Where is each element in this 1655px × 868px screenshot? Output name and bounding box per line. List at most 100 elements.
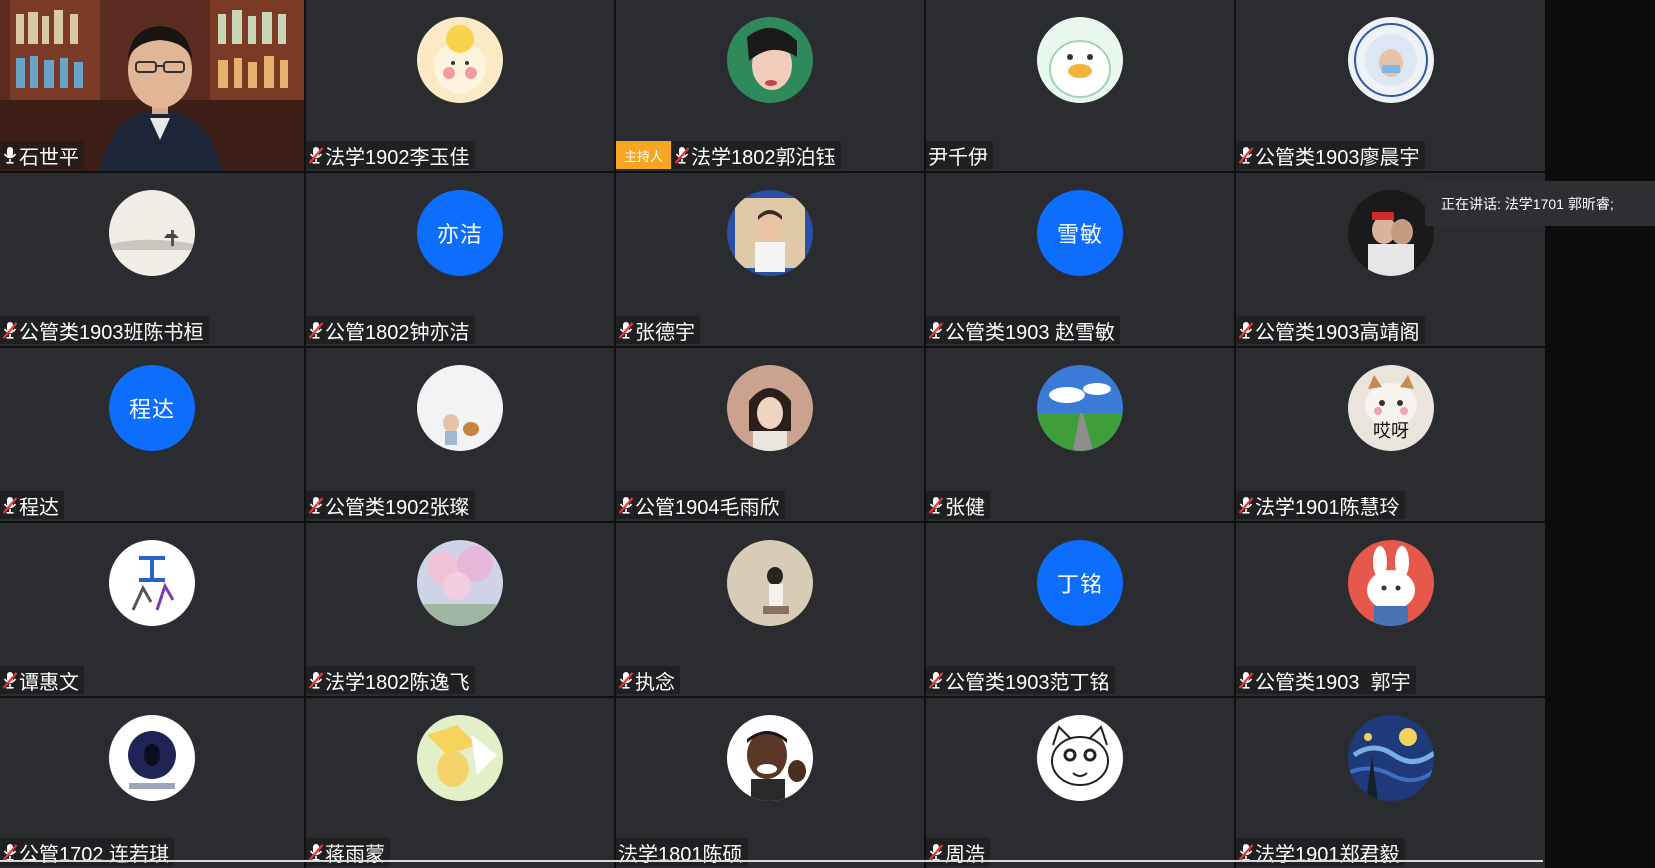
participant-tile[interactable]: 法学1902李玉佳: [306, 0, 614, 171]
name-label-bar: 公管类1903廖晨宇: [1236, 141, 1425, 169]
participant-name-tag: 法学1902李玉佳: [306, 141, 475, 169]
participant-name-tag: 石世平: [0, 141, 84, 169]
participant-name: 公管类1903 赵雪敏: [945, 321, 1116, 344]
host-badge: 主持人: [616, 141, 672, 169]
avatar-image: [1347, 190, 1434, 276]
mic-muted-icon: [1238, 495, 1255, 515]
avatar-image: [1037, 715, 1123, 801]
speaking-indicator: 正在讲话: 法学1701 郭昕睿;: [1425, 181, 1655, 226]
participant-tile[interactable]: 张德宇: [616, 173, 924, 346]
avatar-image: [109, 540, 195, 626]
name-label-bar: 法学1802陈逸飞: [306, 666, 475, 694]
mic-muted-icon: [928, 842, 945, 862]
participant-name-tag: 公管类1903 赵雪敏: [926, 316, 1121, 344]
participant-name-tag: 公管类1903高靖阁: [1236, 316, 1425, 344]
participant-tile[interactable]: 哎呀 法学1901陈慧玲: [1236, 348, 1545, 521]
mic-muted-icon: [1238, 842, 1255, 862]
mic-on-icon: [2, 145, 19, 165]
participant-tile[interactable]: 雪敏 公管类1903 赵雪敏: [926, 173, 1234, 346]
participant-name: 公管类1903范丁铭: [945, 671, 1110, 694]
participant-name: 周浩: [945, 843, 985, 866]
participant-tile[interactable]: 公管类1903廖晨宇: [1236, 0, 1545, 171]
bottom-divider: [0, 860, 1543, 862]
mic-muted-icon: [618, 320, 635, 340]
participant-tile[interactable]: 法学1802陈逸飞: [306, 523, 614, 696]
mic-muted-icon: [308, 495, 325, 515]
mic-muted-icon: [308, 842, 325, 862]
participant-tile[interactable]: 公管类1902张璨: [306, 348, 614, 521]
avatar-image: [109, 190, 195, 276]
avatar-image: [1347, 540, 1434, 626]
participant-name: 法学1901郑君毅: [1255, 843, 1400, 866]
mic-muted-icon: [2, 842, 19, 862]
participant-name: 蒋雨蒙: [325, 843, 385, 866]
name-label-bar: 公管类1902张璨: [306, 491, 475, 519]
participant-tile[interactable]: 尹千伊: [926, 0, 1234, 171]
mic-muted-icon: [2, 495, 19, 515]
name-label-bar: 主持人 法学1802郭泊钰: [616, 141, 841, 169]
participant-name: 公管类1902张璨: [325, 496, 470, 519]
name-label-bar: 执念: [616, 666, 680, 694]
participant-tile[interactable]: 程达 程达: [0, 348, 304, 521]
participant-tile[interactable]: 执念: [616, 523, 924, 696]
participant-name-tag: 公管类1903范丁铭: [926, 666, 1115, 694]
name-label-bar: 公管类1903高靖阁: [1236, 316, 1425, 344]
name-label-bar: 公管1802钟亦洁: [306, 316, 475, 344]
participant-name-tag: 谭惠文: [0, 666, 84, 694]
participant-name-tag: 公管类1902张璨: [306, 491, 475, 519]
avatar-image: [727, 17, 813, 103]
participant-name-tag: 程达: [0, 491, 64, 519]
participant-grid: 石世平 法学1902李玉佳 主持人 法学1802郭泊钰 尹千伊 公管类1903廖晨宇…: [0, 0, 1545, 868]
avatar-image: [417, 540, 503, 626]
participant-name: 程达: [19, 496, 59, 519]
mic-muted-icon: [928, 495, 945, 515]
participant-name: 执念: [635, 671, 675, 694]
mic-muted-icon: [1238, 670, 1255, 690]
name-label-bar: 石世平: [0, 141, 84, 169]
avatar-image: [1037, 365, 1123, 451]
avatar-image: [417, 715, 503, 801]
avatar-image: [1347, 17, 1434, 103]
participant-tile[interactable]: 公管类1903 郭宇: [1236, 523, 1545, 696]
name-label-bar: 张德宇: [616, 316, 700, 344]
self-video-tile[interactable]: 石世平: [0, 0, 304, 171]
avatar-image: [417, 17, 503, 103]
text-avatar: 雪敏: [1037, 190, 1123, 276]
participant-tile[interactable]: 蒋雨蒙: [306, 698, 614, 868]
avatar-image: [417, 365, 503, 451]
participant-tile[interactable]: 公管1904毛雨欣: [616, 348, 924, 521]
participant-tile[interactable]: 亦洁 公管1802钟亦洁: [306, 173, 614, 346]
avatar-image: [727, 190, 813, 276]
mic-muted-icon: [618, 670, 635, 690]
avatar-image: [109, 715, 195, 801]
participant-tile[interactable]: 丁铭 公管类1903范丁铭: [926, 523, 1234, 696]
mic-muted-icon: [2, 670, 19, 690]
participant-name-tag: 公管类1903班陈书桓: [0, 316, 209, 344]
participant-name-tag: 法学1802郭泊钰: [672, 141, 841, 169]
name-label-bar: 程达: [0, 491, 64, 519]
avatar-image: [1347, 715, 1434, 801]
participant-tile[interactable]: 法学1801陈硕: [616, 698, 924, 868]
avatar-caption: 哎呀: [1373, 421, 1409, 442]
name-label-bar: 法学1902李玉佳: [306, 141, 475, 169]
participant-name-tag: 公管类1903 郭宇: [1236, 666, 1416, 694]
participant-tile[interactable]: 周浩: [926, 698, 1234, 868]
participant-tile[interactable]: 公管1702 连若琪: [0, 698, 304, 868]
mic-muted-icon: [308, 320, 325, 340]
participant-name: 张德宇: [635, 321, 695, 344]
participant-name-tag: 张德宇: [616, 316, 700, 344]
name-label-bar: 尹千伊: [926, 141, 993, 169]
participant-tile[interactable]: 谭惠文: [0, 523, 304, 696]
participant-name-tag: 公管1802钟亦洁: [306, 316, 475, 344]
participant-name: 法学1801陈硕: [618, 843, 743, 866]
participant-tile[interactable]: 公管类1903班陈书桓: [0, 173, 304, 346]
participant-name-tag: 法学1802陈逸飞: [306, 666, 475, 694]
participant-tile[interactable]: 法学1901郑君毅: [1236, 698, 1545, 868]
participant-name: 公管1802钟亦洁: [325, 321, 470, 344]
participant-name-tag: 法学1901陈慧玲: [1236, 491, 1405, 519]
participant-tile[interactable]: 主持人 法学1802郭泊钰: [616, 0, 924, 171]
participant-name: 张健: [945, 496, 985, 519]
participant-name: 石世平: [19, 146, 79, 169]
name-label-bar: 公管类1903 赵雪敏: [926, 316, 1121, 344]
participant-tile[interactable]: 张健: [926, 348, 1234, 521]
